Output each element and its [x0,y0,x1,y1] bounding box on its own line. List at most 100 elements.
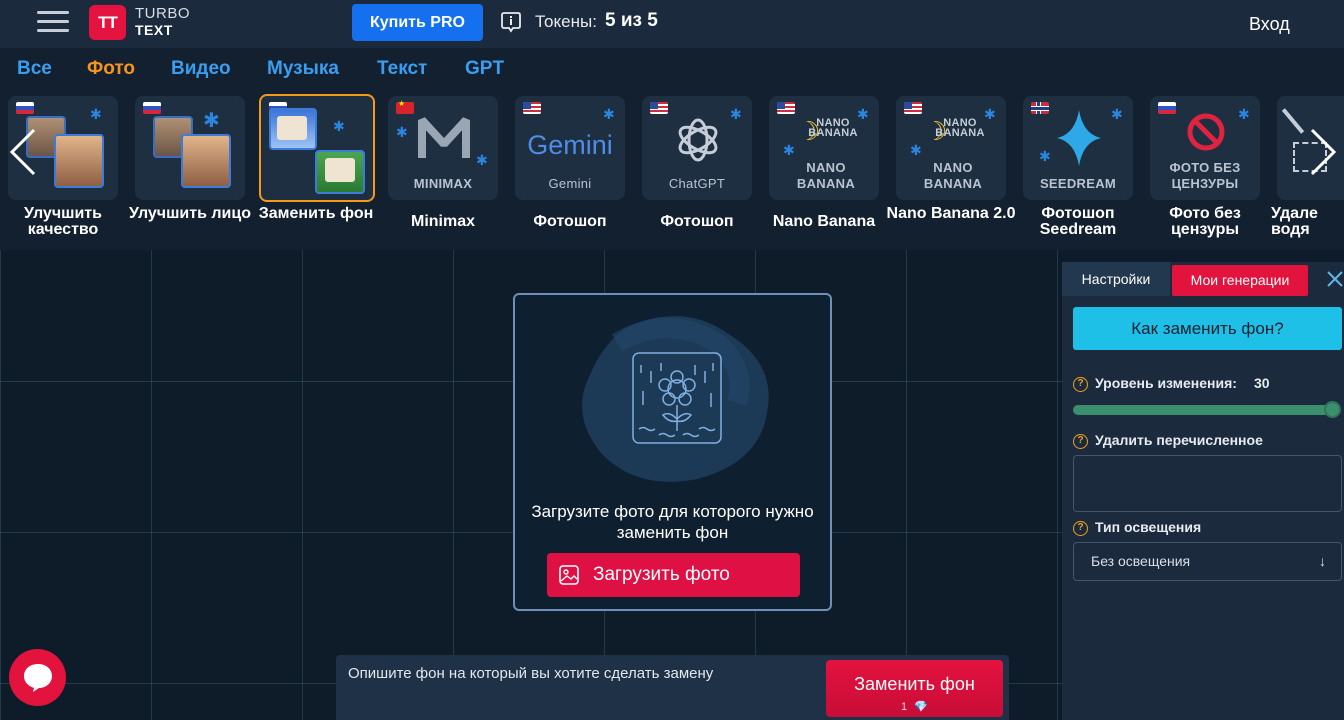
minimax-logo-icon [418,117,470,158]
tool-label: Улучшить лицо [129,205,251,222]
how-to-button[interactable]: Как заменить фон? [1073,307,1342,350]
sparkle-icon: ✱ [396,124,408,140]
settings-panel: Настройки Мои генерации Как заменить фон… [1062,262,1344,720]
tool-seedream[interactable]: ✱ ✱ SEEDREAM Фотошоп Seedream [1021,96,1135,246]
tab-photo[interactable]: Фото [87,58,135,80]
thumb-caption: NANO BANANA [796,160,856,191]
tool-photoshop-gemini[interactable]: Gemini ✱ Gemini Фотошоп [513,96,627,246]
info-icon[interactable] [500,11,522,33]
replace-button-label: Заменить фон [854,674,975,694]
thumb-caption: ФОТО БЕЗ ЦЕНЗУРЫ [1169,160,1241,191]
sparkle-icon: ✱ [333,118,345,134]
logo-text-top[interactable]: TURBO [135,5,190,22]
remove-items-field[interactable] [1073,455,1342,512]
tab-all[interactable]: Все [17,58,52,80]
tool-label: Заменить фон [258,205,374,222]
category-tabs: Все Фото Видео Музыка Текст GPT [0,48,1344,92]
tokens-value: 5 из 5 [605,10,658,31]
tool-face-enhance[interactable]: ✱ Улучшить лицо [129,96,251,246]
logo-mark[interactable]: TT [89,5,126,40]
tool-thumbnail: ✱ ChatGPT [642,96,752,200]
tool-thumbnail: ☽ NANO BANANA ✱ ✱ NANO BANANA [896,96,1006,200]
top-header: TT TURBO TEXT Купить PRO Токены: 5 из 5 … [0,0,1344,48]
tab-music[interactable]: Музыка [267,58,339,80]
sparkle-icon: ✱ [203,110,220,132]
tokens-label: Токены: [535,12,597,31]
wand-icon [1281,108,1305,134]
lighting-type-select[interactable]: Без освещения ↓ [1073,542,1342,581]
flag-us-icon [523,102,541,114]
openai-logo-icon [678,118,718,162]
tool-uncensored[interactable]: ✱ ФОТО БЕЗ ЦЕНЗУРЫ Фото без цензуры [1148,96,1262,246]
tab-gpt[interactable]: GPT [465,58,504,80]
upload-hint-text: Загрузите фото для которого нужно замени… [531,502,814,542]
help-icon[interactable]: ? [1073,521,1088,536]
upload-dropzone[interactable]: Загрузите фото для которого нужно замени… [513,293,832,611]
logo-text-bottom[interactable]: TEXT [135,22,173,38]
sparkle-icon: ✱ [857,106,869,122]
tool-label: Nano Banana 2.0 [886,205,1016,222]
tool-label: Nano Banana [772,213,876,230]
tool-label: Фотошоп [533,213,607,230]
tool-nano-banana[interactable]: ☽ NANO BANANA ✱ ✱ NANO BANANA Nano Banan… [767,96,881,246]
tool-minimax[interactable]: ✱ ✱ MINIMAX Minimax [386,96,500,246]
thumb-caption: Gemini [548,176,592,191]
tool-label: Minimax [410,213,475,230]
tool-thumbnail: ✱ [259,94,375,202]
chat-bubble-icon [24,664,52,692]
sparkle-icon: ✱ [1039,148,1051,164]
help-icon[interactable]: ? [1073,434,1088,449]
change-level-slider[interactable] [1073,405,1333,415]
replace-background-button[interactable]: Заменить фон 1 💎 [826,660,1003,717]
thumb-caption: MINIMAX [413,176,473,191]
help-icon[interactable]: ? [1073,377,1088,392]
tab-settings[interactable]: Настройки [1062,262,1170,296]
buy-pro-button[interactable]: Купить PRO [352,4,483,41]
tool-replace-background[interactable]: ✱ Заменить фон [259,94,375,246]
tool-thumbnail: ✱ ФОТО БЕЗ ЦЕНЗУРЫ [1150,96,1260,200]
flag-ru-icon [143,102,161,114]
tab-text[interactable]: Текст [377,58,427,80]
remove-items-label: Удалить перечисленное [1095,432,1263,448]
image-placeholder-icon [582,315,769,482]
sparkle-icon: ✱ [476,152,488,168]
sparkle-icon: ✱ [730,106,742,122]
flag-cn-icon [396,99,414,114]
tool-thumbnail: ✱ ✱ SEEDREAM [1023,96,1133,200]
image-icon [559,565,579,585]
carousel-prev-icon[interactable] [4,122,44,182]
flag-ru-icon [1158,102,1176,114]
upload-button-label: Загрузить фото [593,564,730,585]
tool-thumbnail: ☽ NANO BANANA ✱ ✱ NANO BANANA [769,96,879,200]
tool-label: Фото без цензуры [1169,205,1241,238]
upload-photo-button[interactable]: Загрузить фото [547,553,800,597]
sparkle-icon: ✱ [1238,106,1250,122]
flag-no-icon [1031,102,1049,114]
thumb-caption: SEEDREAM [1039,176,1117,191]
prompt-bar: Опишите фон на который вы хотите сделать… [336,655,1009,720]
login-link[interactable]: Вход [1249,14,1290,35]
carousel-next-icon[interactable] [1302,122,1342,182]
sparkle-icon: ✱ [603,106,615,122]
thumb-caption: ChatGPT [668,176,726,191]
tab-video[interactable]: Видео [171,58,231,80]
tool-thumbnail: ✱ ✱ MINIMAX [388,96,498,200]
close-icon[interactable] [1326,270,1344,288]
slider-handle[interactable] [1324,401,1341,418]
sparkle-icon: ✱ [984,106,996,122]
tab-my-generations[interactable]: Мои генерации [1172,265,1308,296]
chat-widget-button[interactable] [9,649,66,706]
flag-ru-icon [16,102,34,114]
sparkle-icon: ✱ [1111,106,1123,122]
cost-indicator: 1 💎 [826,700,1003,713]
background-prompt-input[interactable]: Опишите фон на который вы хотите сделать… [348,665,818,689]
change-level-value: 30 [1254,375,1270,391]
tool-nano-banana-2[interactable]: ☽ NANO BANANA ✱ ✱ NANO BANANA Nano Banan… [887,96,1015,246]
flag-us-icon [650,102,668,114]
diamond-icon: 💎 [914,701,928,713]
tool-photoshop-chatgpt[interactable]: ✱ ChatGPT Фотошоп [640,96,754,246]
lighting-type-label: Тип освещения [1095,519,1202,535]
tool-thumbnail: ✱ [135,96,245,200]
menu-icon[interactable] [37,9,69,35]
sparkle-icon: ✱ [90,106,102,122]
